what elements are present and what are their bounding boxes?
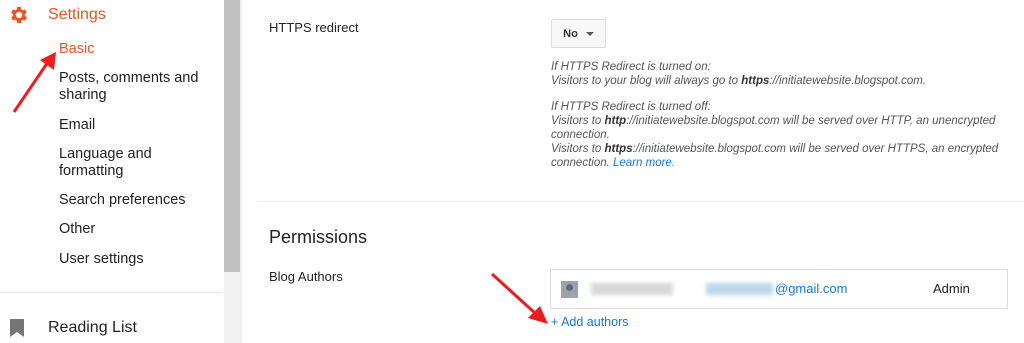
gear-icon bbox=[11, 6, 27, 24]
https-redirect-select[interactable]: No bbox=[551, 19, 606, 48]
author-name-redacted bbox=[591, 283, 673, 295]
settings-label: Settings bbox=[48, 6, 106, 23]
sidebar-item-language-formatting[interactable]: Language and formatting bbox=[59, 146, 219, 180]
https-on-help: If HTTPS Redirect is turned on: Visitors… bbox=[551, 60, 1001, 88]
https-off-heading: If HTTPS Redirect is turned off: bbox=[551, 101, 711, 113]
reading-list-label: Reading List bbox=[48, 319, 137, 336]
https-on-text: Visitors to your blog will always go to … bbox=[551, 75, 926, 87]
blog-authors-label: Blog Authors bbox=[269, 269, 343, 284]
author-role: Admin bbox=[933, 281, 970, 296]
sidebar-item-posts-comments-sharing[interactable]: Posts, comments and sharing bbox=[59, 70, 219, 104]
permissions-title: Permissions bbox=[269, 227, 368, 247]
https-off-line1: Visitors to http://initiatewebsite.blogs… bbox=[551, 115, 996, 141]
sidebar-divider bbox=[0, 292, 222, 293]
https-off-help: If HTTPS Redirect is turned off: Visitor… bbox=[551, 100, 1001, 170]
sidebar-item-other[interactable]: Other bbox=[59, 221, 219, 238]
bookmark-icon bbox=[10, 319, 24, 337]
author-row: @gmail.com Admin bbox=[550, 269, 1008, 309]
sidebar-scrollbar-thumb[interactable] bbox=[224, 0, 240, 272]
sidebar-item-user-settings[interactable]: User settings bbox=[59, 251, 219, 268]
author-email: @gmail.com bbox=[706, 281, 847, 296]
author-email-domain: @gmail.com bbox=[775, 281, 848, 296]
sidebar: Settings Basic Posts, comments and shari… bbox=[0, 0, 224, 343]
avatar bbox=[561, 281, 578, 298]
learn-more-link[interactable]: Learn more. bbox=[613, 157, 675, 169]
reading-list-item[interactable]: Reading List bbox=[10, 319, 137, 337]
https-on-heading: If HTTPS Redirect is turned on: bbox=[551, 61, 711, 73]
sidebar-item-email[interactable]: Email bbox=[59, 117, 219, 134]
sidebar-item-basic[interactable]: Basic bbox=[59, 41, 219, 58]
add-authors-link[interactable]: + Add authors bbox=[551, 315, 629, 329]
https-redirect-label: HTTPS redirect bbox=[269, 20, 359, 35]
sidebar-item-search-preferences[interactable]: Search preferences bbox=[59, 192, 219, 209]
section-divider bbox=[258, 201, 1024, 202]
https-redirect-select-value: No bbox=[563, 27, 578, 40]
settings-header[interactable]: Settings bbox=[8, 3, 106, 27]
chevron-down-icon bbox=[585, 31, 594, 36]
author-email-redacted bbox=[706, 282, 773, 295]
https-off-line2: Visitors to https://initiatewebsite.blog… bbox=[551, 143, 999, 169]
